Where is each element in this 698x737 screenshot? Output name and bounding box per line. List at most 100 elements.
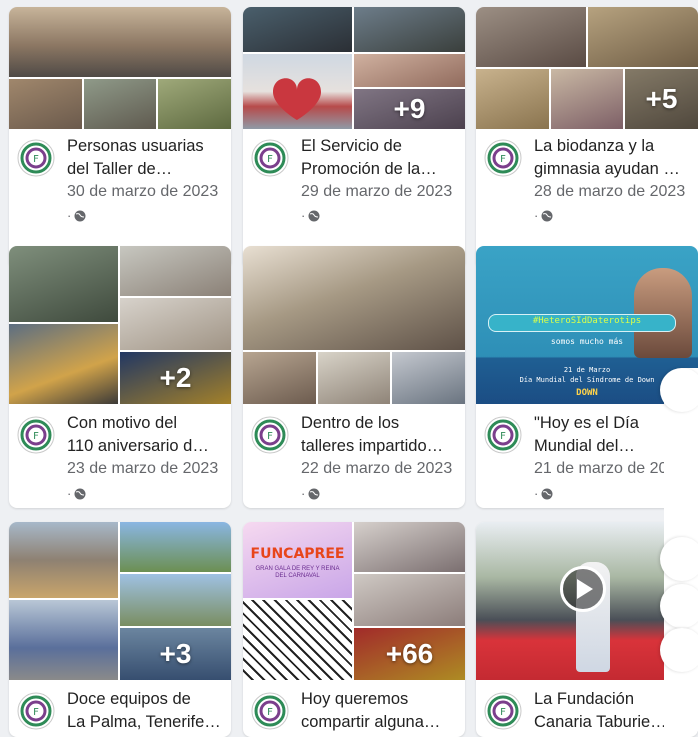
photo[interactable] (9, 324, 118, 404)
photo[interactable]: +2 (120, 352, 231, 404)
post-title-line: gimnasia ayudan … (534, 160, 680, 178)
post-title-line: Dentro de los (301, 414, 400, 432)
post-title[interactable]: La biodanza y la gimnasia ayudan … (534, 135, 692, 181)
svg-text:F: F (500, 431, 506, 442)
photo[interactable] (84, 79, 156, 129)
photo[interactable] (354, 7, 465, 52)
photo-mosaic[interactable] (243, 246, 465, 404)
foundation-logo-icon[interactable]: F (17, 416, 55, 454)
post-date[interactable]: 30 de marzo de 2023 (67, 183, 218, 201)
photo[interactable] (120, 298, 231, 350)
post-card[interactable]: FUNCAPREE GRAN GALA DE REY Y REINA DEL C… (243, 522, 465, 737)
photo[interactable] (9, 79, 82, 129)
svg-text:F: F (500, 154, 506, 165)
photo-mosaic[interactable]: FUNCAPREE GRAN GALA DE REY Y REINA DEL C… (243, 522, 465, 680)
post-card[interactable]: F Personas usuarias del Taller de… 30 de … (9, 7, 231, 269)
photo[interactable] (120, 246, 231, 296)
photo[interactable] (354, 574, 465, 626)
photo-mosaic[interactable]: +2 (9, 246, 231, 404)
photo[interactable] (318, 352, 390, 404)
foundation-logo-icon[interactable]: F (251, 139, 289, 177)
separator-dot: · (301, 208, 306, 223)
post-audience: · (534, 208, 553, 223)
post-audience: · (67, 486, 86, 501)
photo[interactable] (551, 69, 623, 129)
photo[interactable] (9, 522, 118, 598)
photo[interactable]: +66 (354, 628, 465, 680)
photo[interactable] (476, 69, 549, 129)
foundation-logo-icon[interactable]: F (484, 139, 522, 177)
post-card[interactable]: +5 F La biodanza y la gimnasia ayudan … 2… (476, 7, 698, 269)
photo[interactable] (243, 600, 352, 680)
post-grid: F Personas usuarias del Taller de… 30 de … (0, 0, 698, 737)
svg-text:F: F (267, 431, 273, 442)
post-card[interactable]: F Dentro de los talleres impartido… 22 de… (243, 246, 465, 508)
photo[interactable] (392, 352, 465, 404)
photo[interactable]: +9 (354, 89, 465, 129)
foundation-logo-icon[interactable]: F (484, 416, 522, 454)
post-date[interactable]: 29 de marzo de 2023 (301, 183, 452, 201)
svg-text:F: F (33, 707, 39, 718)
post-date[interactable]: 23 de marzo de 2023 (67, 460, 218, 478)
post-card[interactable]: +9 F El Servicio de Promoción de la… 29 d… (243, 7, 465, 269)
more-photos-count[interactable]: +2 (120, 352, 231, 404)
post-title[interactable]: Con motivo del 110 aniversario d… (67, 412, 225, 458)
photo[interactable] (476, 7, 586, 67)
photo[interactable] (354, 54, 465, 87)
photo[interactable] (588, 7, 698, 67)
banner-hashtag: #HeteroSIdDaterotips (532, 316, 642, 326)
more-photos-count[interactable]: +9 (354, 89, 465, 129)
photo[interactable] (9, 246, 118, 322)
post-title-line: Hoy queremos (301, 690, 409, 708)
photo[interactable]: +5 (625, 69, 698, 129)
photo[interactable] (243, 246, 465, 350)
post-title-line: Con motivo del (67, 414, 178, 432)
photo[interactable] (243, 352, 316, 404)
photo-mosaic[interactable]: +9 (243, 7, 465, 129)
floating-bubble[interactable] (660, 628, 698, 672)
post-title-line: Doce equipos de (67, 690, 191, 708)
post-title-line: del Taller de… (67, 160, 173, 178)
globe-icon (74, 210, 86, 221)
floating-bubble[interactable] (660, 537, 698, 581)
photo[interactable] (243, 54, 352, 129)
post-date[interactable]: 21 de marzo de 2023 (534, 460, 685, 478)
photo-mosaic[interactable] (9, 7, 231, 129)
foundation-logo-icon[interactable]: F (484, 692, 522, 730)
post-title[interactable]: Dentro de los talleres impartido… (301, 412, 459, 458)
post-audience: · (534, 486, 553, 501)
photo[interactable] (243, 7, 352, 52)
post-title[interactable]: Personas usuarias del Taller de… (67, 135, 225, 181)
photo[interactable] (158, 79, 231, 129)
floating-bubble[interactable] (660, 368, 698, 412)
globe-icon (308, 488, 320, 499)
post-card[interactable]: +2 F Con motivo del 110 aniversario d… 23… (9, 246, 231, 508)
post-title[interactable]: Doce equipos de La Palma, Tenerife… (67, 688, 225, 734)
foundation-logo-icon[interactable]: F (251, 416, 289, 454)
photo[interactable] (120, 574, 231, 626)
photo[interactable] (120, 522, 231, 572)
post-title[interactable]: Hoy queremos compartir alguna… (301, 688, 459, 734)
photo-mosaic[interactable]: +3 (9, 522, 231, 680)
more-photos-count[interactable]: +5 (625, 69, 698, 129)
post-date[interactable]: 22 de marzo de 2023 (301, 460, 452, 478)
foundation-logo-icon[interactable]: F (251, 692, 289, 730)
post-title[interactable]: El Servicio de Promoción de la… (301, 135, 459, 181)
photo[interactable] (354, 522, 465, 572)
photo-mosaic[interactable]: +5 (476, 7, 698, 129)
post-card[interactable]: +3 F Doce equipos de La Palma, Tenerife… (9, 522, 231, 737)
floating-bubble[interactable] (660, 584, 698, 628)
globe-icon (74, 488, 86, 499)
foundation-logo-icon[interactable]: F (17, 692, 55, 730)
photo[interactable]: +3 (120, 628, 231, 680)
svg-text:F: F (267, 154, 273, 165)
photo[interactable] (9, 7, 231, 77)
more-photos-count[interactable]: +3 (120, 628, 231, 680)
separator-dot: · (67, 208, 72, 223)
event-poster[interactable]: FUNCAPREE GRAN GALA DE REY Y REINA DEL C… (243, 522, 352, 598)
foundation-logo-icon[interactable]: F (17, 139, 55, 177)
photo[interactable] (9, 600, 118, 680)
play-button[interactable] (560, 566, 606, 612)
more-photos-count[interactable]: +66 (354, 628, 465, 680)
post-date[interactable]: 28 de marzo de 2023 (534, 183, 685, 201)
